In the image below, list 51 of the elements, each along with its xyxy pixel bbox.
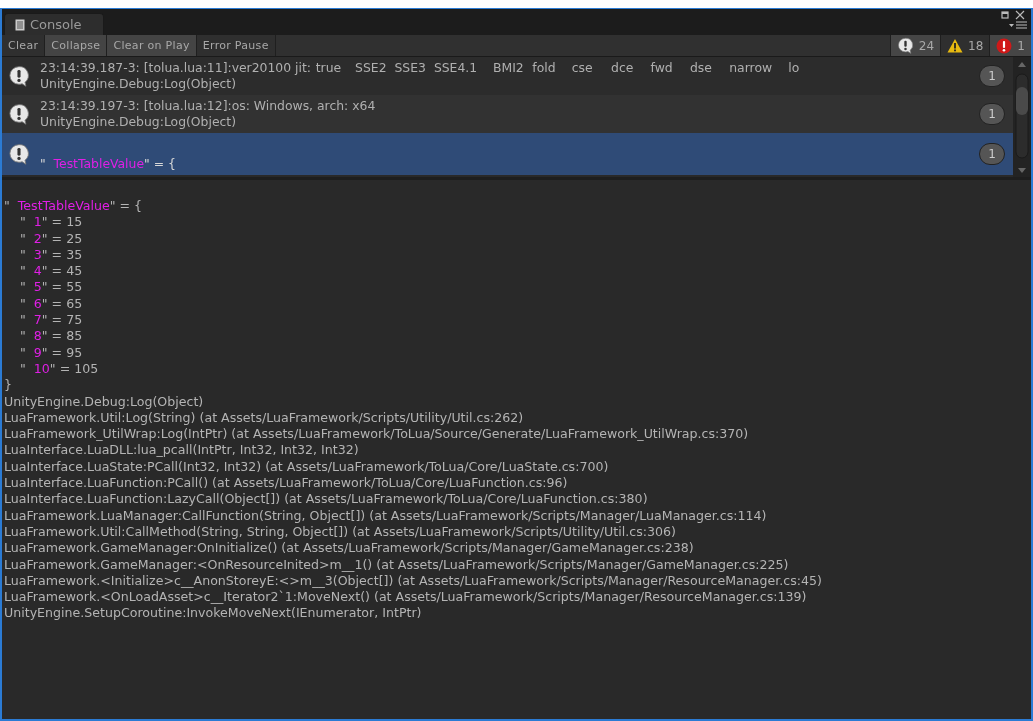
info-icon xyxy=(8,143,30,165)
window-controls-drawing[interactable] xyxy=(1001,10,1027,20)
log-text: UnityEngine.Debug:Log(Object) xyxy=(40,114,238,130)
detail-line: LuaInterface.LuaState:PCall(Int32, Int32) (at Assets/LuaFramework/ToLua/Core/LuaState.cs:700) xyxy=(4,458,610,476)
document-icon xyxy=(15,18,25,31)
log-entry[interactable]: " TestTableValue" = { 1 xyxy=(2,133,1013,175)
detail-line: LuaFramework.GameManager:<OnResourceInited>m__1() (at Assets/LuaFramework/Scripts/Manager/GameManager.cs:225) xyxy=(4,556,790,573)
detail-line: LuaFramework.LuaManager:CallFunction(String, Object[]) (at Assets/LuaFramework/Scripts/Manager/LuaManager.cs:114) xyxy=(4,507,768,524)
detail-line: LuaInterface.LuaFunction:PCall() (at Assets/LuaFramework/ToLua/Core/LuaFunction.cs:96) xyxy=(4,475,569,492)
detail-line: } xyxy=(4,377,13,394)
count-badge: 1 xyxy=(979,103,1005,125)
detail-line: " TestTableValue" = { xyxy=(4,198,144,215)
detail-line: " 7" = 75 xyxy=(19,312,84,329)
detail-line: LuaInterface.LuaDLL:lua_pcall(IntPtr, Int32, Int32, Int32) xyxy=(4,442,360,459)
warning-icon xyxy=(947,38,964,53)
toolbar-button[interactable]: Clear on Play xyxy=(107,35,197,56)
scrollbar[interactable] xyxy=(1013,57,1031,177)
detail-line: " 3" = 35 xyxy=(19,246,84,264)
error-icon xyxy=(996,37,1013,54)
log-entry[interactable]: 23:14:39.197-3: [tolua.lua:12]:os: Windows, arch: x64 UnityEngine.Debug:Log(Object) 1 xyxy=(2,95,1013,133)
detail-line: " 2" = 25 xyxy=(19,230,84,247)
toolbar-button[interactable]: Collapse xyxy=(45,35,108,56)
log-text: 23:14:39.187-3: [tolua.lua:11]:ver20100 jit: true SSE2 SSE3 SSE4.1 BMI2 fold cse dce fwd dse narrow lo xyxy=(40,60,801,76)
detail-line: LuaFramework.<OnLoadAsset>c__Iterator2`1:MoveNext() (at Assets/LuaFramework/Scripts/Manager/ResourceManager.cs:139) xyxy=(4,589,808,606)
console-tab[interactable]: Console xyxy=(4,13,104,35)
detail-line: UnityEngine.Debug:Log(Object) xyxy=(4,393,205,410)
menu-icon[interactable] xyxy=(1009,21,1027,29)
log-text: " TestTableValue" = { xyxy=(40,156,177,172)
detail-line: LuaFramework.GameManager:OnInitialize() (at Assets/LuaFramework/Scripts/Manager/GameManager.cs:238) xyxy=(4,540,695,557)
detail-line: LuaFramework_UtilWrap:Log(IntPtr) (at Assets/LuaFramework/ToLua/Source/Generate/LuaFramework_UtilWrap.cs:370) xyxy=(4,426,750,443)
info-icon xyxy=(896,37,914,54)
detail-line: LuaFramework.Util:Log(String) (at Assets/LuaFramework/Scripts/Utility/Util.cs:262) xyxy=(4,409,525,427)
count-badge: 1 xyxy=(979,143,1005,165)
detail-line: " 9" = 95 xyxy=(19,344,84,361)
log-text: 23:14:39.197-3: [tolua.lua:12]:os: Windows, arch: x64 xyxy=(40,98,377,114)
detail-line: LuaFramework.Util:CallMethod(String, String, Object[]) (at Assets/LuaFramework/Scripts/Utility/Util.cs:306) xyxy=(4,523,677,541)
count-badge: 1 xyxy=(979,65,1005,87)
info-icon xyxy=(8,103,30,125)
info-counter[interactable]: 24 xyxy=(889,35,941,56)
detail-line: UnityEngine.SetupCoroutine:InvokeMoveNext(IEnumerator, IntPtr) xyxy=(4,605,423,622)
detail-line: " 10" = 105 xyxy=(19,360,100,378)
detail-line: LuaFramework.<Initialize>c__AnonStoreyE:<>m__3(Object[]) (at Assets/LuaFramework/Scripts/Manager/ResourceManager.cs:45) xyxy=(4,572,823,590)
error-counter[interactable]: 1 xyxy=(989,35,1031,56)
detail-line: " 1" = 15 xyxy=(19,214,84,231)
detail-line: " 8" = 85 xyxy=(19,328,84,345)
info-icon xyxy=(8,65,30,87)
detail-line: " 5" = 55 xyxy=(19,279,84,296)
detail-line: LuaInterface.LuaFunction:LazyCall(Object[]) (at Assets/LuaFramework/ToLua/Core/LuaFunction.cs:380) xyxy=(4,491,649,508)
detail-line: " 6" = 65 xyxy=(19,295,84,313)
detail-line: " 4" = 45 xyxy=(19,263,84,280)
log-text: UnityEngine.Debug:Log(Object) xyxy=(40,76,238,92)
